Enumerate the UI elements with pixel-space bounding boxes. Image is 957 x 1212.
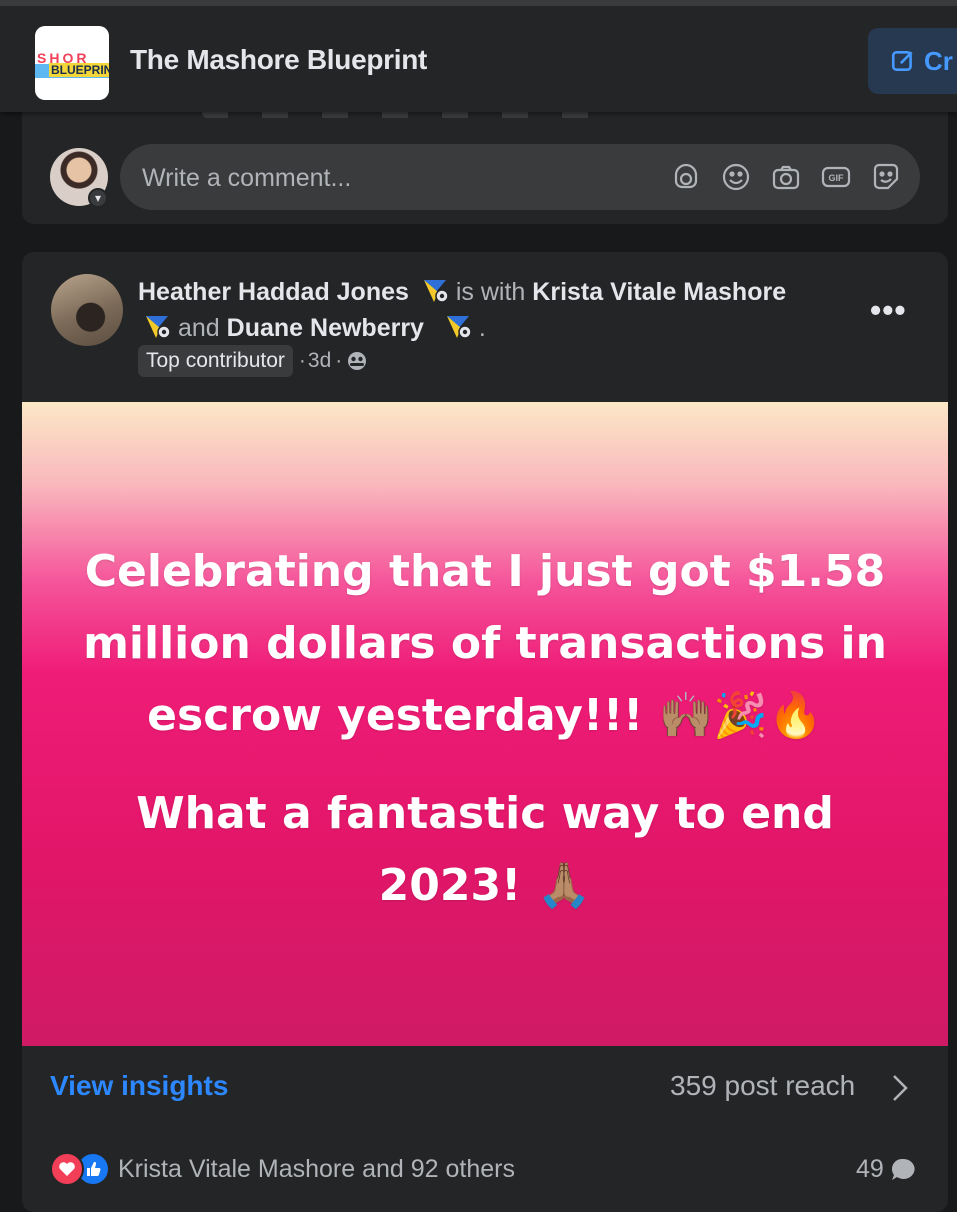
group-members-icon <box>348 352 367 370</box>
group-logo[interactable]: SHOR BLUEPRIN <box>35 26 109 100</box>
group-title[interactable]: The Mashore Blueprint <box>130 44 427 76</box>
end-punctuation: . <box>478 314 486 342</box>
reaction-summary[interactable]: Krista Vitale Mashore and 92 others <box>50 1152 515 1186</box>
meta-separator: · <box>335 349 343 372</box>
edit-icon <box>891 51 913 71</box>
comment-input[interactable] <box>140 144 644 212</box>
camera-icon[interactable] <box>770 161 802 193</box>
comments-count-value: 49 <box>856 1155 884 1183</box>
group-header: SHOR BLUEPRIN The Mashore Blueprint Cr <box>0 0 957 112</box>
with-text: is with <box>455 278 526 306</box>
avatar-sticker-icon[interactable] <box>670 161 702 193</box>
chevron-right-icon[interactable] <box>888 1070 912 1106</box>
top-contributor-badge[interactable]: Top contributor <box>138 345 293 377</box>
view-insights-link[interactable]: View insights <box>50 1070 228 1102</box>
post-text-line: 2023! 🙏🏽 <box>378 860 592 911</box>
sticker-icon[interactable] <box>870 161 902 193</box>
group-badge-icon <box>146 316 171 339</box>
post-text-background[interactable]: Celebrating that I just got $1.58 millio… <box>22 402 948 1046</box>
create-post-label: Cr <box>924 45 953 76</box>
reactions-text: Krista Vitale Mashore and 92 others <box>118 1154 515 1183</box>
post-text-line: What a fantastic way to end <box>136 788 834 839</box>
author-avatar[interactable] <box>51 274 123 346</box>
love-reaction-icon <box>50 1152 84 1186</box>
logo-text-bottom: BLUEPRIN <box>49 63 109 77</box>
meta-separator: · <box>298 349 306 372</box>
comment-bubble-icon <box>891 1158 915 1180</box>
group-badge-icon <box>423 280 449 303</box>
create-post-button[interactable]: Cr <box>868 28 957 94</box>
post-header: Heather Haddad Jones is with Krista Vita… <box>138 274 838 346</box>
post-time[interactable]: 3d <box>308 349 331 373</box>
emoji-icon[interactable] <box>720 161 752 193</box>
tagged-person-2[interactable]: Duane Newberry <box>227 314 424 342</box>
comment-composer: GIF <box>120 144 920 212</box>
chevron-down-icon[interactable]: ▾ <box>88 188 108 208</box>
post-meta: Top contributor · 3d · <box>138 345 368 377</box>
comments-count[interactable]: 49 <box>856 1155 916 1184</box>
author-name[interactable]: Heather Haddad Jones <box>138 278 409 306</box>
post-reach[interactable]: 359 post reach <box>670 1070 855 1102</box>
tagged-person-1[interactable]: Krista Vitale Mashore <box>532 278 786 306</box>
gif-icon[interactable]: GIF <box>820 161 852 193</box>
svg-text:GIF: GIF <box>829 173 845 183</box>
post-text-line: million dollars of transactions in <box>83 618 887 669</box>
and-text: and <box>178 314 220 342</box>
more-options-button[interactable]: ••• <box>870 292 907 329</box>
post-card: Heather Haddad Jones is with Krista Vita… <box>22 252 948 1212</box>
post-text-line: escrow yesterday!!! 🙌🏽🎉🔥 <box>147 690 823 741</box>
group-badge-icon <box>446 316 472 339</box>
post-text-line: Celebrating that I just got $1.58 <box>84 546 886 597</box>
